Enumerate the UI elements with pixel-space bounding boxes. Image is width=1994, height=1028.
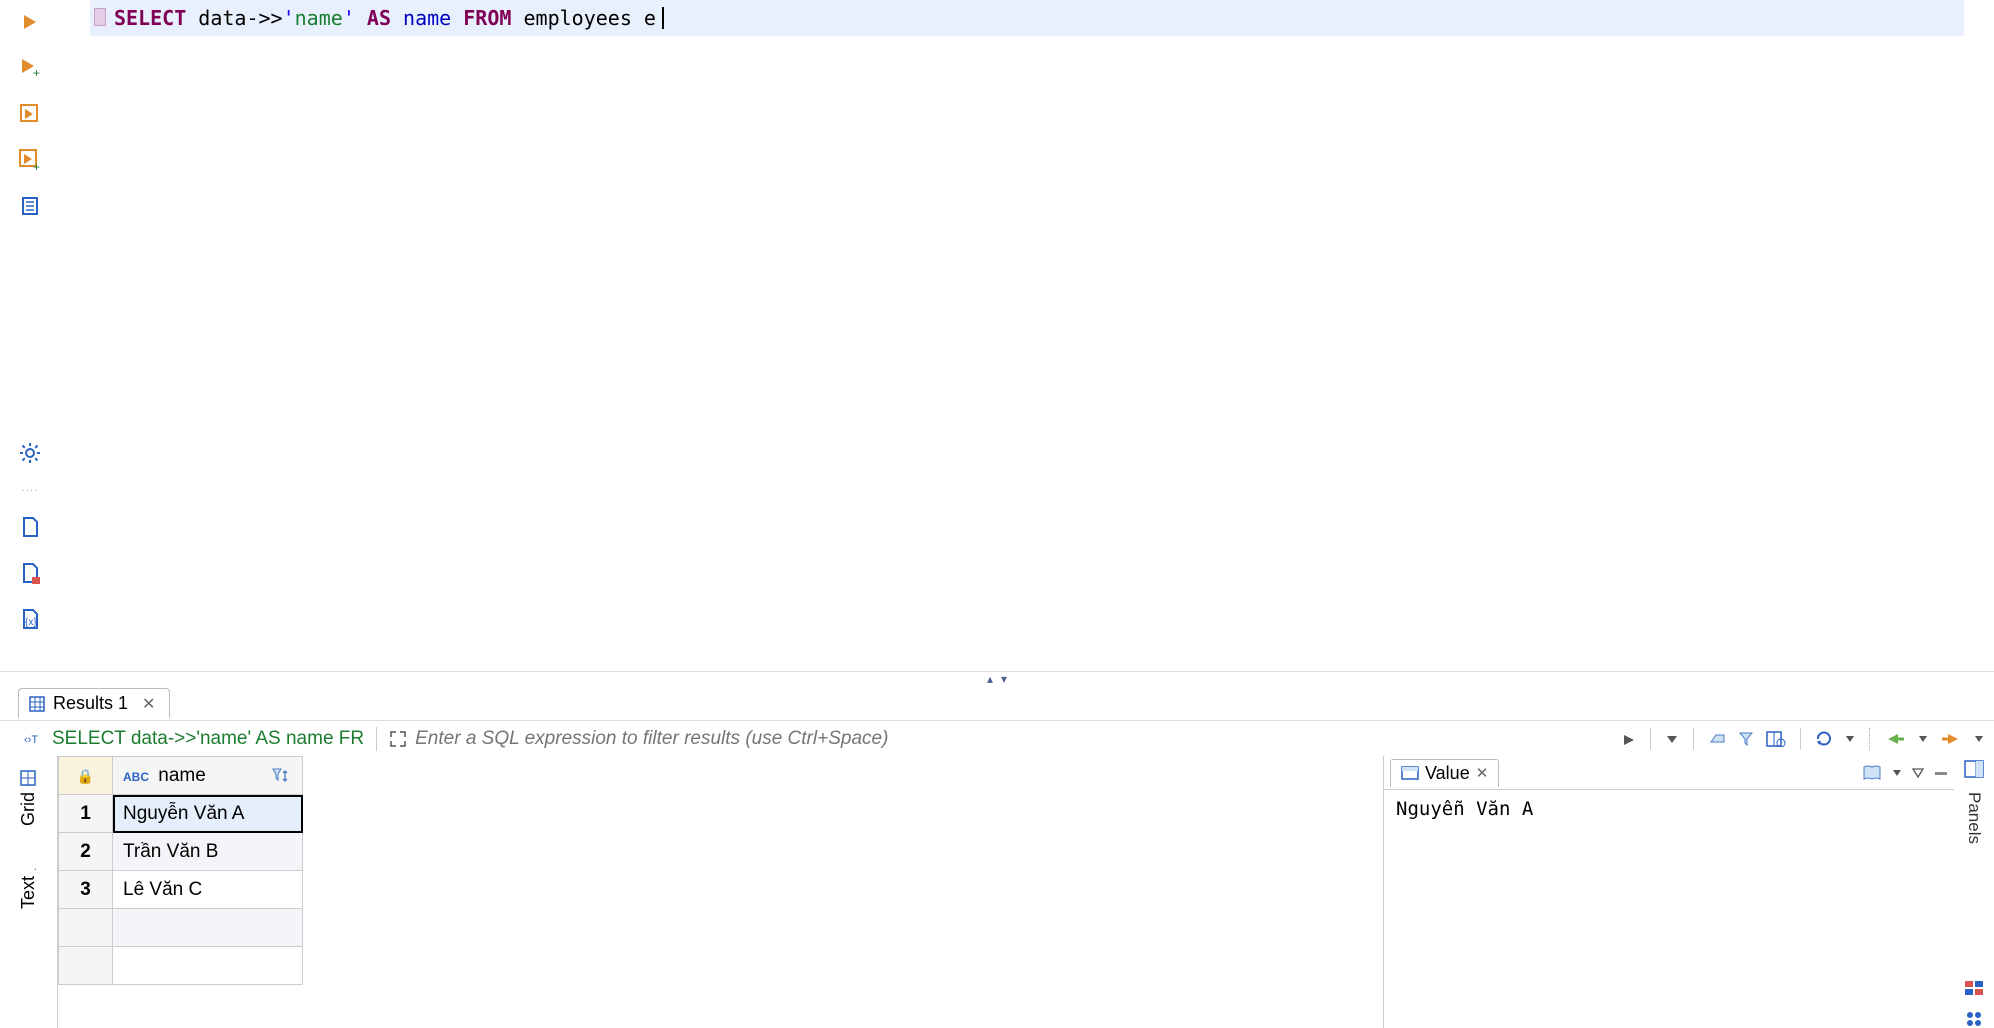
row-number[interactable]: 1 (59, 795, 113, 833)
view-menu-icon[interactable] (1912, 768, 1924, 778)
token-quote2: ' (343, 6, 355, 30)
sql-preview-icon: ‹›T (24, 731, 44, 747)
lock-icon: 🔒 (77, 768, 94, 784)
table-row[interactable]: 2 Trần Văn B (59, 833, 303, 871)
apply-filter-icon[interactable] (1622, 732, 1636, 746)
text-icon: ‹› (21, 854, 37, 870)
grid-icon (29, 696, 45, 712)
filter-input[interactable] (415, 728, 1614, 750)
results-tabbar: Results 1 ✕ (0, 686, 1994, 720)
load-script-icon[interactable] (16, 513, 44, 541)
token-op: ->> (246, 6, 282, 30)
panels-config-icon[interactable] (1766, 731, 1786, 747)
value-tab[interactable]: Value ✕ (1390, 759, 1499, 787)
results-tab[interactable]: Results 1 ✕ (18, 688, 170, 718)
grid-view-tab[interactable]: Grid (14, 756, 43, 840)
value-tab-label: Value (1425, 763, 1470, 784)
right-toolbar: Panels (1954, 756, 1994, 1028)
table-row[interactable]: 1 Nguyễn Văn A (59, 795, 303, 833)
next-dropdown-icon[interactable] (1974, 735, 1984, 743)
token-as: AS (367, 6, 391, 30)
variables-icon[interactable]: {x} (16, 605, 44, 633)
next-page-icon[interactable] (1940, 732, 1962, 746)
execute-icon[interactable] (16, 8, 44, 36)
value-content[interactable]: Nguyễn Văn A (1384, 790, 1954, 1028)
panels-label[interactable]: Panels (1964, 792, 1984, 844)
value-panel: Value ✕ Nguyễn Văn A (1384, 756, 1954, 1028)
column-header-name[interactable]: ABC name (113, 757, 303, 795)
prev-dropdown-icon[interactable] (1918, 735, 1928, 743)
cell-name[interactable]: Nguyễn Văn A (113, 795, 303, 833)
row-number[interactable]: 2 (59, 833, 113, 871)
execute-new-tab-icon[interactable]: + (16, 54, 44, 82)
svg-text:+: + (33, 66, 40, 79)
row-number-empty (59, 947, 113, 985)
row-number-empty (59, 909, 113, 947)
save-script-icon[interactable] (16, 559, 44, 587)
expand-icon[interactable] (389, 730, 407, 748)
token-quote: ' (283, 6, 295, 30)
table-row-empty (59, 947, 303, 985)
refresh-dropdown-icon[interactable] (1845, 735, 1855, 743)
separator-dots: ···· (21, 485, 38, 495)
sql-editor[interactable]: SELECT data->>'name' AS name FROM employ… (60, 0, 1994, 671)
explain-plan-icon[interactable] (16, 192, 44, 220)
token-string: name (295, 6, 343, 30)
editor-line-1[interactable]: SELECT data->>'name' AS name FROM employ… (90, 0, 1964, 36)
gutter-marker (94, 8, 106, 26)
settings-icon[interactable] (16, 439, 44, 467)
filter-funnel-icon[interactable] (1738, 731, 1754, 747)
column-name: name (158, 765, 206, 786)
token-select: SELECT (114, 6, 186, 30)
editor-left-toolbar: + + ···· {x} (0, 0, 60, 671)
text-view-tab[interactable]: Text ‹› (14, 840, 43, 923)
results-view-tabs: Grid Text ‹› (0, 756, 58, 1028)
record-mode-icon[interactable] (1964, 1010, 1984, 1028)
execute-script-new-icon[interactable]: + (16, 146, 44, 174)
query-preview: SELECT data->>'name' AS name FR (52, 728, 364, 750)
close-icon[interactable]: ✕ (1476, 764, 1489, 782)
svg-text:‹›T: ‹›T (24, 734, 38, 746)
erase-filter-icon[interactable] (1708, 732, 1726, 746)
close-icon[interactable]: ✕ (142, 694, 155, 714)
token-table-alias: e (644, 6, 656, 30)
text-tab-label: Text (18, 876, 39, 909)
editor-cursor (662, 7, 664, 29)
cell-empty (113, 947, 303, 985)
results-toolbar: ‹›T SELECT data->>'name' AS name FR (0, 720, 1994, 756)
filter-sort-icon[interactable] (272, 768, 292, 784)
svg-text:+: + (33, 160, 40, 172)
refresh-icon[interactable] (1815, 731, 1833, 747)
token-alias: name (403, 6, 451, 30)
results-grid[interactable]: 🔒 ABC name (58, 756, 303, 985)
execute-script-icon[interactable] (16, 100, 44, 128)
cell-name[interactable]: Lê Văn C (113, 871, 303, 909)
book-icon[interactable] (1862, 765, 1882, 781)
record-grid-icon[interactable] (1964, 980, 1984, 996)
history-dropdown-icon[interactable] (1665, 734, 1679, 744)
token-ident: data (198, 6, 246, 30)
value-panel-icon (1401, 766, 1419, 780)
grid-tab-label: Grid (18, 792, 39, 826)
token-table: employees (523, 6, 631, 30)
minimize-icon[interactable] (1934, 768, 1948, 778)
prev-page-icon[interactable] (1884, 732, 1906, 746)
horizontal-splitter[interactable]: ▴▾ (0, 672, 1994, 686)
row-number[interactable]: 3 (59, 871, 113, 909)
svg-text:‹›: ‹› (34, 863, 36, 870)
results-grid-container: 🔒 ABC name (58, 756, 1384, 1028)
grid-icon (21, 770, 37, 786)
book-dropdown-icon[interactable] (1892, 769, 1902, 777)
table-row-empty (59, 909, 303, 947)
results-tab-label: Results 1 (53, 693, 128, 714)
cell-name[interactable]: Trần Văn B (113, 833, 303, 871)
table-row[interactable]: 3 Lê Văn C (59, 871, 303, 909)
svg-text:{x}: {x} (25, 617, 37, 628)
token-from: FROM (463, 6, 511, 30)
panels-toggle-icon[interactable] (1964, 760, 1984, 778)
cell-empty (113, 909, 303, 947)
lock-column-header[interactable]: 🔒 (59, 757, 113, 795)
type-badge: ABC (123, 770, 149, 784)
